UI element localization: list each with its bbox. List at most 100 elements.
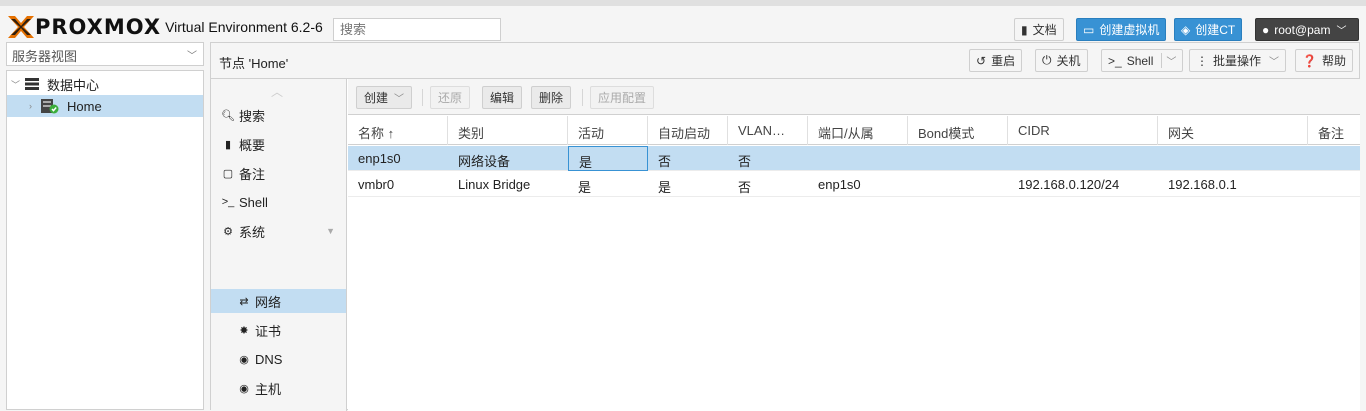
reboot-label: 重启	[991, 52, 1015, 69]
menu-item-search[interactable]: 🔍︎ 搜索	[217, 103, 347, 127]
menu-item-hosts[interactable]: ◉ 主机	[211, 376, 347, 400]
menu-item-label: 网络	[255, 292, 281, 311]
user-menu-button[interactable]: ● root@pam ﹀	[1255, 18, 1359, 41]
cell-name: enp1s0	[348, 146, 401, 171]
bulk-actions-button[interactable]: ⋮ 批量操作 ﹀	[1189, 49, 1286, 72]
menu-item-label: 系统	[239, 222, 265, 241]
version-label: Virtual Environment 6.2-6	[165, 16, 323, 38]
chevron-down-icon: ﹀	[187, 47, 197, 62]
menu-item-shell[interactable]: >_ Shell	[217, 190, 347, 214]
docs-label: 文档	[1033, 21, 1057, 38]
apply-config-button[interactable]: 应用配置	[590, 86, 654, 109]
question-circle-icon: ❓	[1302, 54, 1317, 68]
menu-item-system[interactable]: ⚙ 系统 ▼	[217, 219, 345, 243]
top-bar: PROXMOX Virtual Environment 6.2-6 ▮ 文档 ▭…	[0, 0, 1366, 42]
column-header-name[interactable]: 名称 ↑	[348, 116, 448, 145]
chevron-down-icon: ﹀	[1336, 22, 1346, 37]
ellipsis-vertical-icon: ⋮	[1196, 54, 1208, 68]
resource-tree: ﹀ 数据中心 › Home	[6, 70, 204, 410]
scroll-up-icon[interactable]: ︿	[271, 83, 283, 100]
menu-item-dns[interactable]: ◉ DNS	[211, 347, 347, 371]
revert-label: 还原	[438, 89, 462, 106]
column-header-cidr[interactable]: CIDR	[1008, 116, 1158, 145]
chevron-down-icon[interactable]: ﹀	[7, 78, 21, 91]
global-search-input[interactable]	[333, 18, 501, 41]
user-icon: ●	[1262, 23, 1269, 37]
tree-item-label: Home	[67, 99, 102, 114]
create-vm-label: 创建虚拟机	[1099, 21, 1159, 38]
cell-gateway	[1158, 146, 1168, 171]
column-header-gateway[interactable]: 网关	[1158, 116, 1308, 145]
cell-autostart: 是	[648, 172, 671, 197]
cell-autostart: 否	[648, 146, 671, 171]
revert-button[interactable]: 还原	[430, 86, 470, 109]
table-row[interactable]: vmbr0 Linux Bridge 是 是 否 enp1s0 192.168.…	[348, 172, 1360, 197]
shell-button[interactable]: >_ Shell ﹀	[1101, 49, 1183, 72]
docs-button[interactable]: ▮ 文档	[1014, 18, 1064, 41]
cell-active[interactable]: 是	[568, 146, 648, 171]
column-header-ports[interactable]: 端口/从属	[808, 116, 908, 145]
delete-button[interactable]: 删除	[531, 86, 571, 109]
proxmox-x-icon	[8, 16, 34, 38]
menu-item-summary[interactable]: ▮ 概要	[217, 132, 347, 156]
column-header-active[interactable]: 活动	[568, 116, 648, 145]
tree-item-home[interactable]: › Home	[7, 95, 203, 117]
menu-item-label: 概要	[239, 135, 265, 154]
chevron-down-icon[interactable]: ﹀	[1161, 53, 1176, 68]
logo-wordmark: PROXMOX	[35, 16, 161, 38]
cell-cidr	[1008, 146, 1018, 171]
create-vm-button[interactable]: ▭ 创建虚拟机	[1076, 18, 1166, 41]
user-label: root@pam	[1274, 23, 1330, 37]
desktop-icon: ▭	[1083, 23, 1094, 37]
cell-comment	[1308, 146, 1318, 171]
create-ct-label: 创建CT	[1195, 21, 1235, 38]
create-ct-button[interactable]: ◈ 创建CT	[1174, 18, 1242, 41]
cell-bond-mode	[908, 146, 918, 171]
tree-item-label: 数据中心	[47, 75, 99, 94]
caret-down-icon[interactable]: ▼	[326, 226, 335, 236]
menu-item-notes[interactable]: ▢ 备注	[217, 161, 347, 185]
column-header-autostart[interactable]: 自动启动	[648, 116, 728, 145]
menu-item-label: 搜索	[239, 106, 265, 125]
column-header-bond-mode[interactable]: Bond模式	[908, 116, 1008, 145]
cell-comment	[1308, 172, 1318, 197]
menu-item-label: 备注	[239, 164, 265, 183]
delete-label: 删除	[539, 89, 563, 106]
tree-item-datacenter[interactable]: ﹀ 数据中心	[7, 73, 203, 95]
shutdown-button[interactable]: ⏻ 关机	[1035, 49, 1088, 72]
proxmox-logo[interactable]: PROXMOX Virtual Environment 6.2-6	[8, 16, 323, 38]
menu-item-label: 证书	[255, 321, 281, 340]
cell-vlan: 否	[728, 146, 751, 171]
edit-button[interactable]: 编辑	[482, 86, 522, 109]
help-label: 帮助	[1322, 52, 1346, 69]
create-button[interactable]: 创建 ﹀	[356, 86, 412, 109]
chevron-right-icon[interactable]: ›	[7, 101, 33, 111]
power-icon: ⏻	[1042, 53, 1052, 68]
help-button[interactable]: ❓ 帮助	[1295, 49, 1353, 72]
terminal-icon: >_	[1108, 54, 1122, 68]
datacenter-icon	[21, 77, 43, 91]
shutdown-label: 关机	[1057, 52, 1081, 69]
column-header-comment[interactable]: 备注	[1308, 116, 1360, 145]
table-row[interactable]: enp1s0 网络设备 是 否 否	[348, 146, 1360, 171]
cell-cidr: 192.168.0.120/24	[1008, 172, 1119, 197]
chevron-down-icon: ﹀	[1269, 53, 1279, 68]
view-selector[interactable]: 服务器视图 ﹀	[6, 42, 204, 66]
column-header-vlan[interactable]: VLAN…	[728, 116, 808, 145]
toolbar-divider	[582, 89, 583, 106]
undo-icon: ↺	[976, 54, 986, 68]
menu-item-time[interactable]: ◷ 时间	[211, 405, 347, 411]
toolbar-divider	[422, 89, 423, 106]
menu-item-certificates[interactable]: ✸ 证书	[211, 318, 347, 342]
terminal-icon: >_	[217, 196, 239, 208]
menu-item-label: 时间	[255, 408, 281, 411]
view-selector-value: 服务器视图	[12, 49, 77, 64]
cell-bond-mode	[908, 172, 918, 197]
column-header-type[interactable]: 类别	[448, 116, 568, 145]
menu-item-network[interactable]: ⇄ 网络	[211, 289, 347, 313]
reboot-button[interactable]: ↺ 重启	[969, 49, 1022, 72]
cell-name: vmbr0	[348, 172, 394, 197]
cell-ports	[808, 146, 818, 171]
globe-icon: ◉	[233, 382, 255, 395]
cell-type: Linux Bridge	[448, 172, 530, 197]
